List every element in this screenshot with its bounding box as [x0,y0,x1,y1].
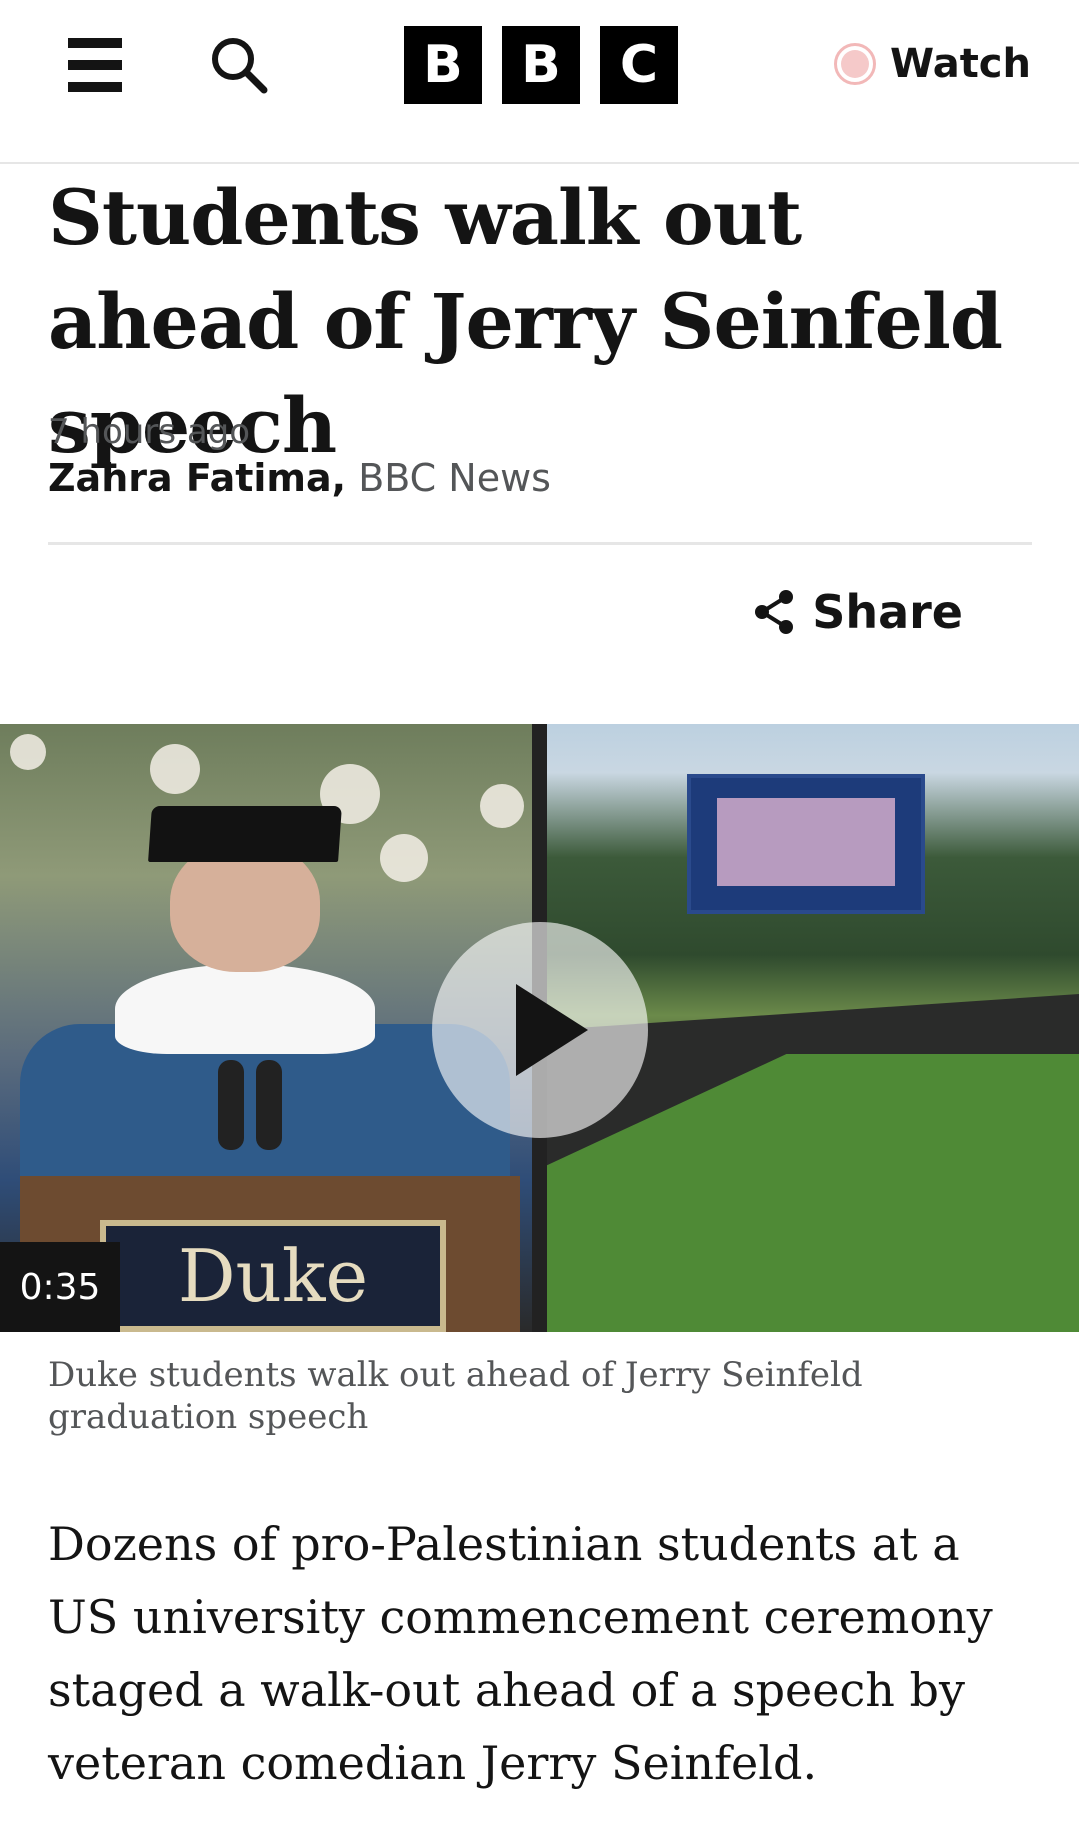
bbc-logo[interactable]: B B C [404,26,678,104]
watch-button[interactable]: Watch [834,38,1031,90]
share-label: Share [812,585,963,639]
logo-letter: B [404,26,482,104]
share-icon [755,590,794,634]
video-duration: 0:35 [0,1242,120,1332]
watch-label: Watch [890,41,1031,87]
video-caption: Duke students walk out ahead of Jerry Se… [48,1355,863,1437]
podium-sign: Duke [100,1220,446,1332]
article-body-paragraph: Dozens of pro-Palestinian students at a … [48,1517,993,1790]
byline-divider [48,542,1032,545]
live-dot-icon [834,43,876,85]
play-button[interactable] [432,922,648,1138]
top-navigation-bar: B B C Watch [0,0,1079,164]
logo-letter: C [600,26,678,104]
share-button[interactable]: Share [752,580,963,644]
author-organization: BBC News [358,456,551,500]
logo-letter: B [502,26,580,104]
search-icon[interactable] [208,34,270,96]
article-byline: Zahra Fatima, BBC News [48,456,551,500]
article-timestamp: 7 hours ago [48,412,251,452]
menu-icon[interactable] [64,36,128,94]
author-name: Zahra Fatima, [48,456,347,500]
